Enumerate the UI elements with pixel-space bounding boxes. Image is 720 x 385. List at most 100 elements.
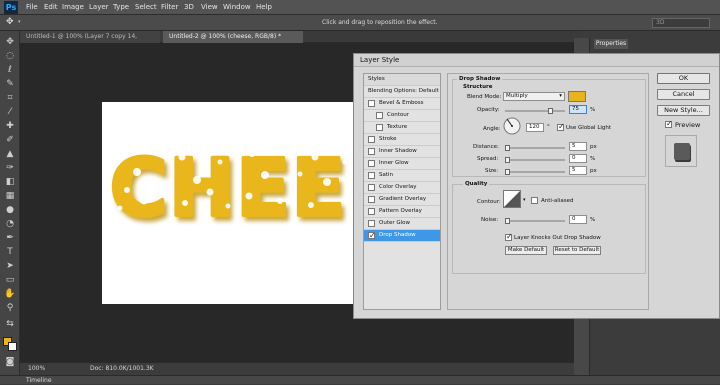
pen-icon[interactable]: ✒: [4, 233, 16, 244]
menu-3d[interactable]: 3D: [184, 3, 194, 11]
opacity-slider-thumb[interactable]: [548, 108, 553, 114]
distance-slider-thumb[interactable]: [505, 145, 510, 151]
stroke-checkbox[interactable]: [368, 136, 375, 143]
distance-slider[interactable]: [505, 147, 565, 149]
style-outer-glow[interactable]: Outer Glow: [364, 218, 440, 230]
angle-input[interactable]: 120: [526, 123, 544, 132]
styles-header[interactable]: Styles: [364, 74, 440, 86]
dodge-icon[interactable]: ◔: [4, 219, 16, 230]
inner-glow-checkbox[interactable]: [368, 160, 375, 167]
eyedropper-icon[interactable]: ⁄: [4, 107, 16, 118]
style-color-overlay[interactable]: Color Overlay: [364, 182, 440, 194]
healing-brush-icon[interactable]: ✚: [4, 121, 16, 132]
style-bevel-emboss[interactable]: Bevel & Emboss: [364, 98, 440, 110]
move-tool-icon[interactable]: ✥: [6, 17, 14, 27]
blend-mode-select[interactable]: Multiply ▾: [503, 92, 565, 101]
style-contour[interactable]: Contour: [364, 110, 440, 122]
noise-slider-thumb[interactable]: [505, 218, 510, 224]
style-pattern-overlay[interactable]: Pattern Overlay: [364, 206, 440, 218]
inner-shadow-checkbox[interactable]: [368, 148, 375, 155]
blur-icon[interactable]: ●: [4, 205, 16, 216]
make-default-button[interactable]: Make Default: [505, 246, 547, 255]
background-color-swatch[interactable]: [8, 342, 17, 351]
quick-select-icon[interactable]: ✎: [4, 79, 16, 90]
hand-icon[interactable]: ✋: [4, 289, 16, 300]
opacity-label: Opacity:: [477, 107, 500, 113]
marquee-icon[interactable]: ◌: [4, 51, 16, 62]
zoom-level[interactable]: 100%: [28, 363, 45, 375]
menu-help[interactable]: Help: [256, 3, 272, 11]
menu-edit[interactable]: Edit: [44, 3, 58, 11]
distance-input[interactable]: 5: [569, 142, 587, 151]
menu-type[interactable]: Type: [113, 3, 129, 11]
type-icon[interactable]: T: [4, 247, 16, 258]
blending-options[interactable]: Blending Options: Default: [364, 86, 440, 98]
crop-icon[interactable]: ⌗: [4, 93, 16, 104]
outer-glow-checkbox[interactable]: [368, 220, 375, 227]
size-input[interactable]: 5: [569, 166, 587, 175]
menu-layer[interactable]: Layer: [89, 3, 109, 11]
style-texture[interactable]: Texture: [364, 122, 440, 134]
spread-slider-thumb[interactable]: [505, 157, 510, 163]
style-gradient-overlay[interactable]: Gradient Overlay: [364, 194, 440, 206]
dialog-title[interactable]: Layer Style: [354, 54, 719, 67]
history-brush-icon[interactable]: ✑: [4, 163, 16, 174]
opacity-input[interactable]: 75: [569, 105, 587, 114]
angle-dial[interactable]: [503, 117, 521, 135]
zoom-icon[interactable]: ⚲: [4, 303, 16, 314]
size-slider-thumb[interactable]: [505, 169, 510, 175]
chevron-down-icon[interactable]: ▾: [18, 19, 21, 25]
style-inner-glow[interactable]: Inner Glow: [364, 158, 440, 170]
gradient-icon[interactable]: ▦: [4, 191, 16, 202]
style-satin[interactable]: Satin: [364, 170, 440, 182]
ok-button[interactable]: OK: [657, 73, 710, 84]
menu-view[interactable]: View: [201, 3, 218, 11]
anti-aliased-checkbox[interactable]: [531, 197, 538, 204]
eraser-icon[interactable]: ◧: [4, 177, 16, 188]
clone-stamp-icon[interactable]: ▲: [4, 149, 16, 160]
gradient-overlay-checkbox[interactable]: [368, 196, 375, 203]
contour-checkbox[interactable]: [376, 112, 383, 119]
spread-slider[interactable]: [505, 159, 565, 161]
path-select-icon[interactable]: ➤: [4, 261, 16, 272]
opacity-slider[interactable]: [505, 110, 565, 112]
menu-window[interactable]: Window: [223, 3, 251, 11]
new-style-button[interactable]: New Style...: [657, 105, 710, 116]
tab-properties[interactable]: Properties: [594, 39, 628, 49]
color-overlay-checkbox[interactable]: [368, 184, 375, 191]
pattern-overlay-checkbox[interactable]: [368, 208, 375, 215]
noise-input[interactable]: 0: [569, 215, 587, 224]
quick-mask-icon[interactable]: ◙: [4, 357, 16, 368]
texture-checkbox[interactable]: [376, 124, 383, 131]
reset-default-button[interactable]: Reset to Default: [553, 246, 601, 255]
noise-slider[interactable]: [505, 220, 565, 222]
satin-checkbox[interactable]: [368, 172, 375, 179]
lasso-icon[interactable]: ℓ: [4, 65, 16, 76]
tools-panel: ✥ ◌ ℓ ✎ ⌗ ⁄ ✚ ✐ ▲ ✑ ◧ ▦ ● ◔ ✒ T ➤ ▭ ✋ ⚲ …: [0, 31, 20, 375]
menu-file[interactable]: File: [26, 3, 38, 11]
tab-untitled-1[interactable]: Untitled-1 @ 100% (Layer 7 copy 14, RGB/…: [20, 31, 160, 52]
size-slider[interactable]: [505, 171, 565, 173]
shadow-color-swatch[interactable]: [568, 91, 586, 102]
swap-colors-icon[interactable]: ⇆: [4, 319, 16, 330]
preview-checkbox[interactable]: ✓: [665, 119, 673, 128]
tab-untitled-2[interactable]: Untitled-2 @ 100% (cheese, RGB/8) *: [163, 31, 303, 43]
style-stroke[interactable]: Stroke: [364, 134, 440, 146]
workspace-dropdown[interactable]: 3D: [652, 18, 710, 28]
menu-image[interactable]: Image: [62, 3, 84, 11]
cancel-button[interactable]: Cancel: [657, 89, 710, 100]
menu-filter[interactable]: Filter: [161, 3, 178, 11]
style-drop-shadow[interactable]: ✓ Drop Shadow: [364, 230, 440, 242]
layer-knocks-checkbox[interactable]: ✓: [505, 232, 513, 241]
style-inner-shadow[interactable]: Inner Shadow: [364, 146, 440, 158]
bevel-emboss-checkbox[interactable]: [368, 100, 375, 107]
move-icon[interactable]: ✥: [4, 37, 16, 48]
drop-shadow-checkbox[interactable]: ✓: [368, 231, 376, 240]
contour-picker[interactable]: [503, 190, 521, 208]
rectangle-icon[interactable]: ▭: [4, 275, 16, 286]
chevron-down-icon[interactable]: ▾: [523, 197, 526, 203]
global-light-checkbox[interactable]: ✓: [557, 122, 565, 131]
spread-input[interactable]: 0: [569, 154, 587, 163]
brush-icon[interactable]: ✐: [4, 135, 16, 146]
menu-select[interactable]: Select: [135, 3, 157, 11]
